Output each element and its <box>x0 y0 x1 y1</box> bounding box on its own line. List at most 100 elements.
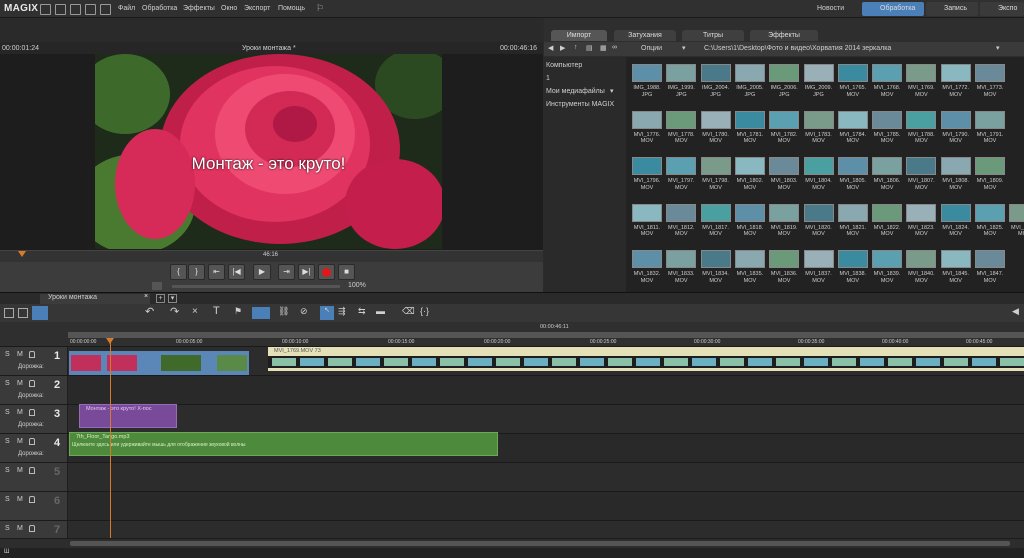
media-thumbnail[interactable] <box>666 64 697 82</box>
marker-icon[interactable]: ⚑ <box>234 306 242 317</box>
options-dropdown[interactable]: Опции <box>641 45 662 52</box>
media-thumbnail[interactable] <box>940 110 971 129</box>
lock-icon[interactable] <box>29 438 35 445</box>
media-thumbnail-grid[interactable]: IMG_1988. JPG IMG_1999. JPG IMG_2004. JPG I… <box>626 57 1024 292</box>
timeline-ruler[interactable]: 00:00:46:11 00:00:00:00 00:00:05:00 00:0… <box>0 322 1024 346</box>
nav-computer[interactable]: Компьютер <box>546 62 582 69</box>
timeline-horizontal-scrollbar[interactable] <box>0 538 1024 548</box>
lock-icon[interactable] <box>29 351 35 358</box>
record-button[interactable] <box>318 264 335 280</box>
media-thumbnail[interactable] <box>803 250 834 268</box>
media-thumbnail[interactable] <box>769 157 800 175</box>
media-thumbnail[interactable] <box>769 250 800 268</box>
split-tool-icon[interactable] <box>252 307 270 319</box>
solo-button[interactable]: S <box>5 525 10 532</box>
media-thumbnail[interactable] <box>734 64 765 82</box>
video-clip-1[interactable] <box>69 351 249 375</box>
media-thumbnail[interactable] <box>837 64 868 82</box>
media-thumbnail[interactable] <box>940 64 971 82</box>
media-thumbnail[interactable] <box>975 250 1005 268</box>
title-clip[interactable]: Монтаж - это круто! X-пос <box>79 404 177 428</box>
fx-icon[interactable]: {·} <box>420 306 429 316</box>
mode-record-button[interactable]: Запись <box>926 2 978 16</box>
lock-icon[interactable] <box>29 409 35 416</box>
media-thumbnail[interactable] <box>872 203 903 222</box>
media-thumbnail[interactable] <box>940 203 971 222</box>
playhead[interactable] <box>110 338 111 538</box>
media-thumbnail[interactable] <box>632 203 662 222</box>
tab-effects[interactable]: Эффекты <box>750 30 818 41</box>
preview-scrubber[interactable]: 46:16 <box>0 250 543 262</box>
toolbar-scroll-icon[interactable]: ◀ <box>1012 306 1019 317</box>
mute-button[interactable]: M <box>17 380 23 387</box>
media-thumbnail[interactable] <box>769 64 800 82</box>
media-thumbnail[interactable] <box>872 64 903 82</box>
new-file-icon[interactable] <box>40 4 51 15</box>
media-thumbnail[interactable] <box>906 203 937 222</box>
media-thumbnail[interactable] <box>666 250 697 268</box>
close-tab-icon[interactable]: × <box>144 293 148 300</box>
mark-in-button[interactable]: { <box>170 264 187 280</box>
play-button[interactable]: ▶ <box>253 264 271 280</box>
media-thumbnail[interactable] <box>769 203 800 222</box>
media-thumbnail[interactable] <box>632 110 662 129</box>
mute-button[interactable]: M <box>17 351 23 358</box>
ruler-range-bar[interactable] <box>68 332 1024 338</box>
tab-fades[interactable]: Затухания <box>614 30 676 41</box>
settings-icon[interactable] <box>85 4 96 15</box>
scrollbar-thumb[interactable] <box>70 541 1010 546</box>
tab-import[interactable]: Импорт <box>551 30 607 41</box>
timeline-track[interactable]: SM 6 <box>0 491 1024 522</box>
scrub-handle-icon[interactable] <box>18 251 26 257</box>
nav-folder-1[interactable]: 1 <box>546 75 550 82</box>
media-thumbnail[interactable] <box>734 250 765 268</box>
tab-menu-icon[interactable]: ▾ <box>168 294 177 303</box>
path-field[interactable]: C:\Users\1\Desktop\Фото и видео\Хорватия… <box>704 45 1004 52</box>
solo-button[interactable]: S <box>5 467 10 474</box>
redo-icon[interactable]: ↷ <box>170 305 179 318</box>
view-toggle-icon[interactable]: ▦ <box>600 44 607 52</box>
media-thumbnail[interactable] <box>700 64 731 82</box>
nav-my-media[interactable]: Мои медиафайлы <box>546 88 605 95</box>
timeline-track[interactable]: SM 5 <box>0 462 1024 493</box>
media-thumbnail[interactable] <box>734 110 765 129</box>
mute-button[interactable]: M <box>17 467 23 474</box>
media-thumbnail[interactable] <box>632 64 662 82</box>
media-thumbnail[interactable] <box>975 64 1005 82</box>
text-tool-icon[interactable]: T <box>213 305 220 317</box>
playhead-handle-icon[interactable] <box>106 338 114 344</box>
lock-icon[interactable] <box>29 467 35 474</box>
media-thumbnail[interactable] <box>700 250 731 268</box>
video-frame[interactable]: Монтаж - это круто! <box>95 54 442 249</box>
add-tab-icon[interactable]: + <box>156 294 165 303</box>
nav-magix-tools[interactable]: Инструменты MAGIX <box>546 101 614 108</box>
menu-help[interactable]: Помощь <box>278 5 305 12</box>
timeline-project-tab[interactable]: Уроки монтажа <box>40 294 150 304</box>
group-icon[interactable]: ⊘ <box>300 306 308 317</box>
save-icon[interactable] <box>70 4 81 15</box>
menu-edit[interactable]: Обработка <box>142 5 177 12</box>
media-thumbnail[interactable] <box>906 250 937 268</box>
folder-list-icon[interactable]: ▤ <box>586 44 593 52</box>
lock-icon[interactable] <box>29 525 35 532</box>
burn-disc-icon[interactable] <box>100 4 111 15</box>
delete-icon[interactable]: × <box>192 306 198 317</box>
media-thumbnail[interactable] <box>975 203 1005 222</box>
media-thumbnail[interactable] <box>837 203 868 222</box>
media-thumbnail[interactable] <box>632 250 662 268</box>
media-thumbnail[interactable] <box>872 250 903 268</box>
next-frame-button[interactable]: ▶| <box>298 264 315 280</box>
timeline-track[interactable]: S M 2 Дорожка: <box>0 375 1024 406</box>
forward-arrow-icon[interactable]: ▶ <box>560 44 565 52</box>
media-thumbnail[interactable] <box>872 110 903 129</box>
options-chevron-icon[interactable]: ▾ <box>682 44 686 52</box>
range-icon[interactable]: ▬ <box>376 306 385 316</box>
solo-button[interactable]: S <box>5 409 10 416</box>
trim-icon[interactable]: ⇆ <box>358 306 366 317</box>
mute-button[interactable]: M <box>17 525 23 532</box>
lock-icon[interactable] <box>29 496 35 503</box>
open-folder-icon[interactable] <box>55 4 66 15</box>
media-thumbnail[interactable] <box>906 64 937 82</box>
menu-window[interactable]: Окно <box>221 5 237 12</box>
prev-frame-button[interactable]: |◀ <box>228 264 245 280</box>
